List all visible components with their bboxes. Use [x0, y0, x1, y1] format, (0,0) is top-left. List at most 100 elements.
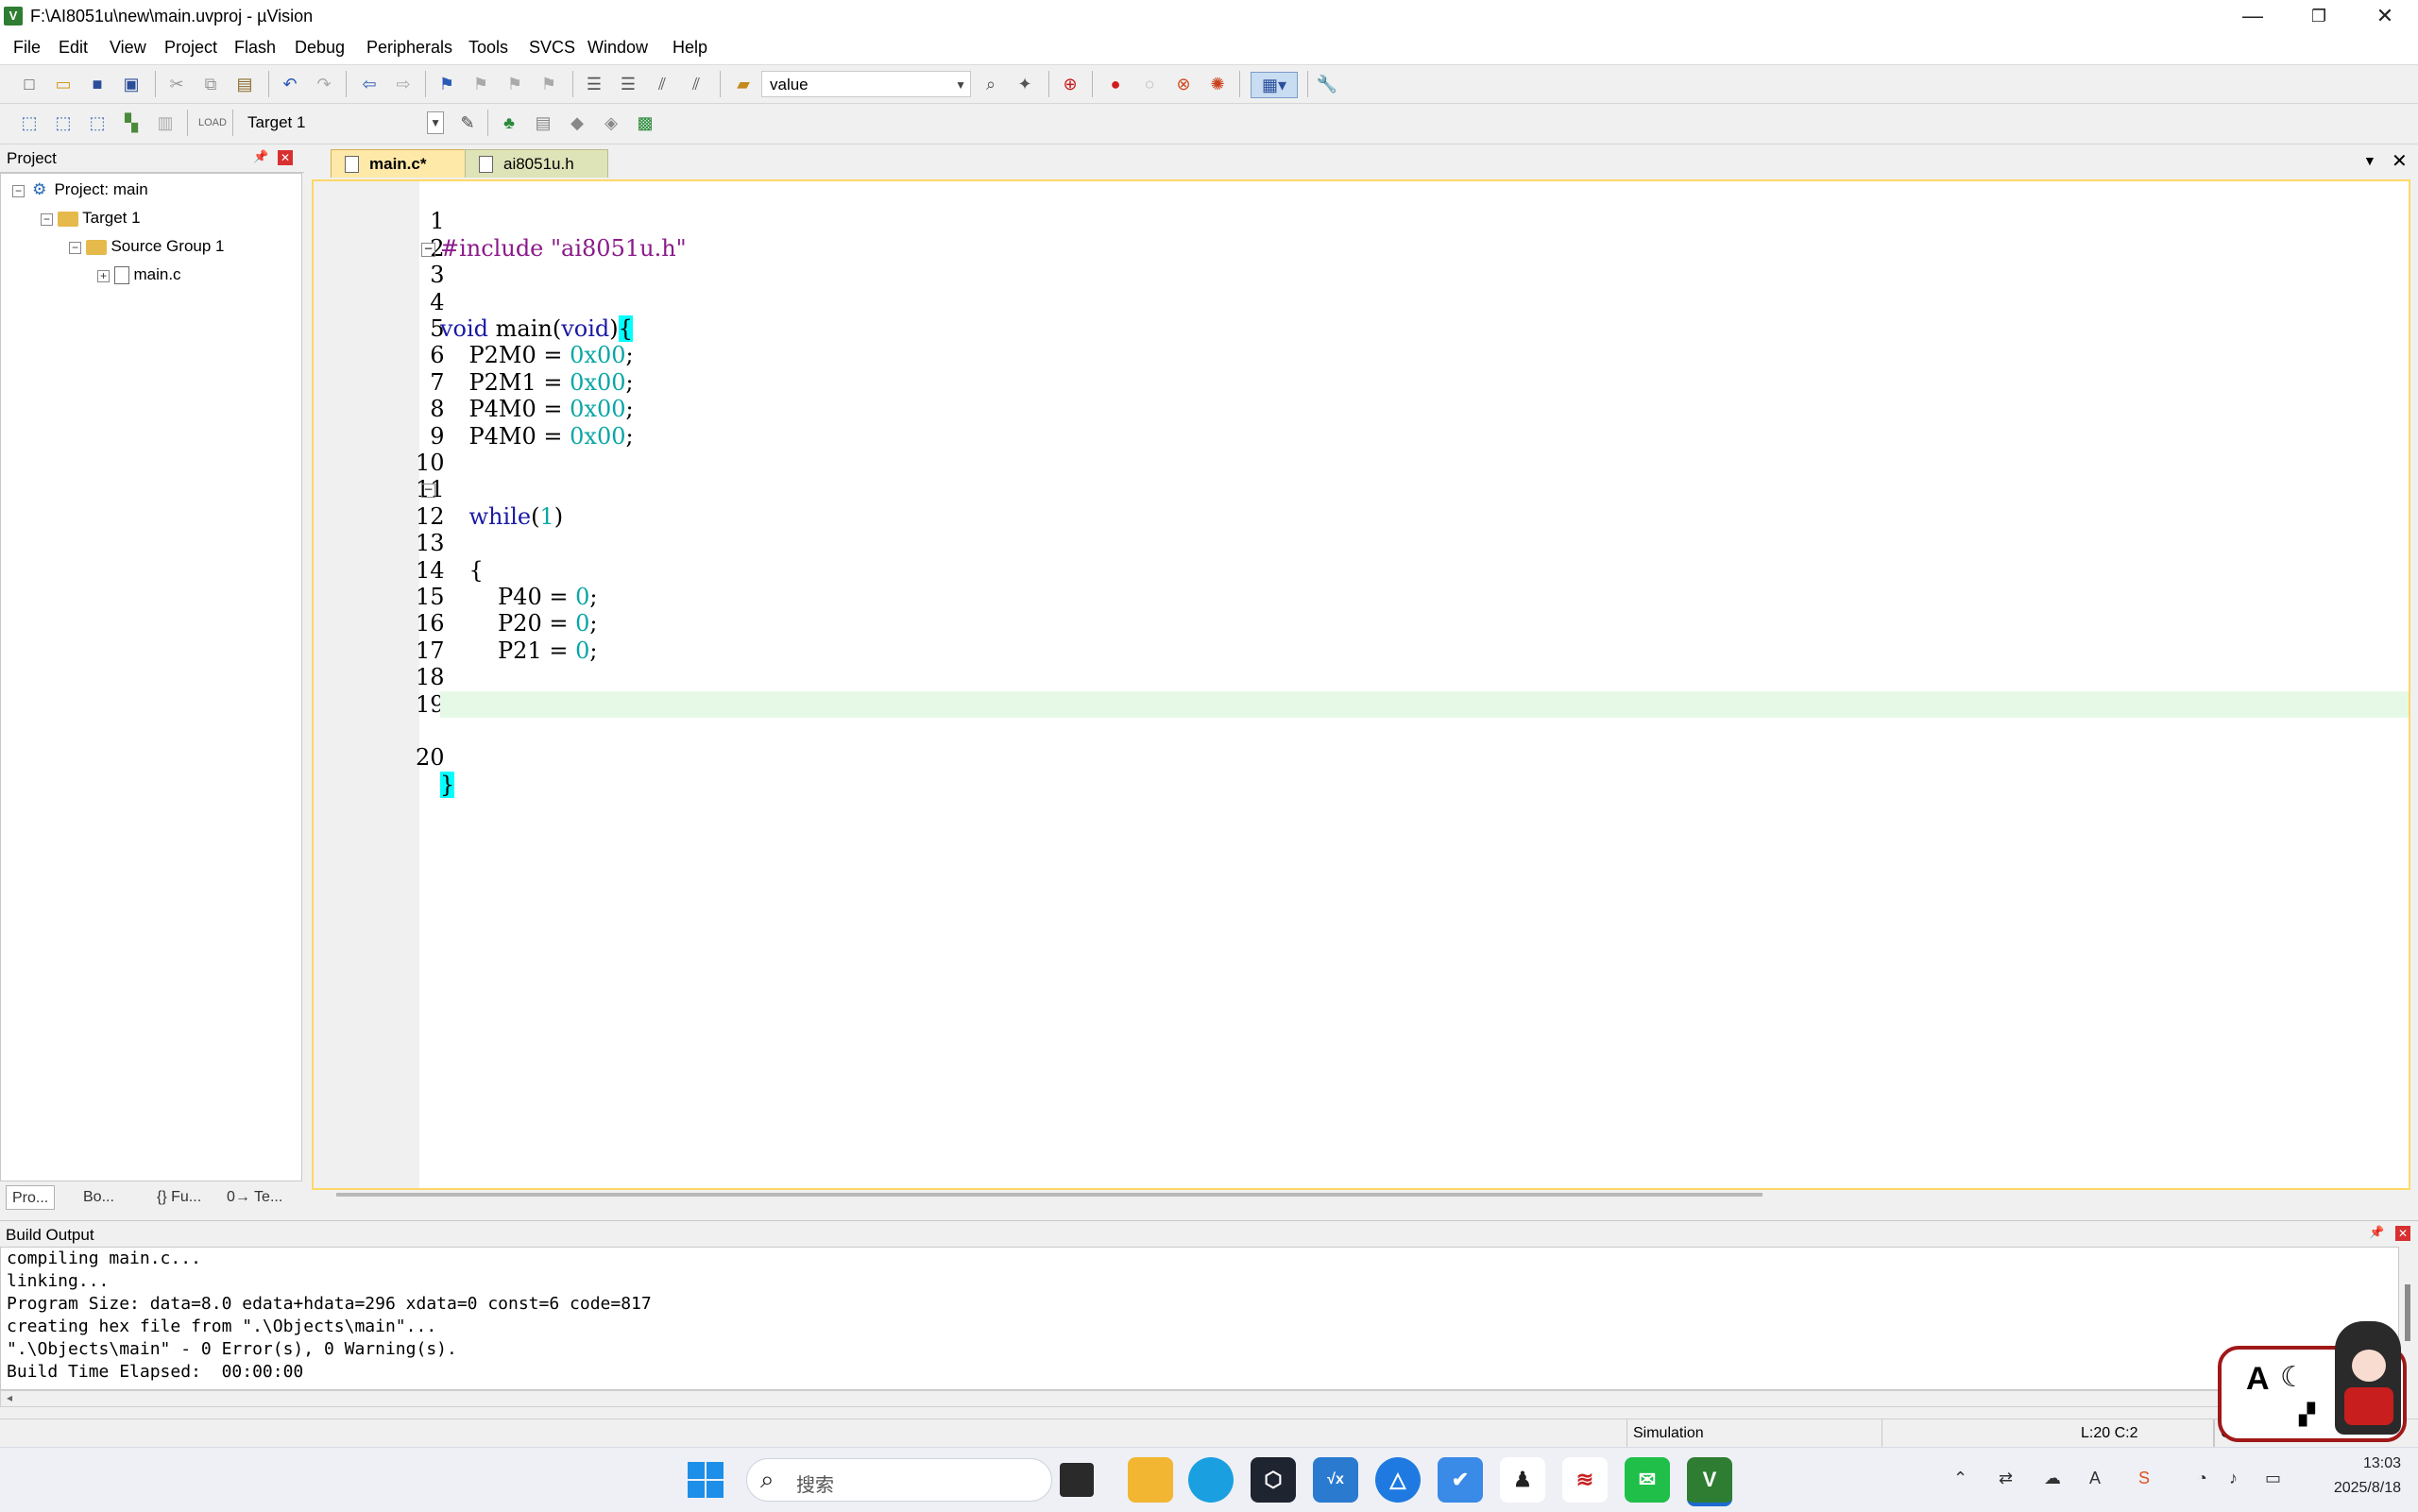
target-combo[interactable]: Target 1 ▼	[240, 110, 448, 136]
bookmark-toggle-icon[interactable]: ⚑	[434, 72, 459, 96]
clock-time[interactable]: 13:03	[2363, 1455, 2401, 1472]
wechat-icon[interactable]: ✉	[1625, 1457, 1670, 1503]
menu-file[interactable]: File	[13, 38, 41, 58]
battery-icon[interactable]: ▭	[2265, 1469, 2281, 1488]
ime-mascot-widget[interactable]: A ☾ ▞	[2218, 1321, 2407, 1442]
close-icon[interactable]: ✕	[278, 150, 293, 165]
tree-item-source-group[interactable]: − Source Group 1	[69, 232, 224, 261]
insert-breakpoint-icon[interactable]: ●	[1103, 72, 1128, 96]
cloud-sync-icon[interactable]: ☁	[2044, 1469, 2061, 1488]
tree-item-project[interactable]: − ⚙ Project: main	[12, 176, 148, 204]
redo-icon[interactable]: ↷	[312, 72, 336, 96]
menu-peripherals[interactable]: Peripherals	[366, 38, 452, 58]
menu-debug[interactable]: Debug	[295, 38, 345, 58]
navigate-forward-icon[interactable]: ⇨	[391, 72, 416, 96]
build-icon[interactable]: ⬚	[51, 110, 76, 135]
code-line[interactable]: 1 #include "ai8051u.h"	[314, 181, 2409, 261]
maximize-button[interactable]: ❐	[2286, 0, 2352, 32]
build-output-text[interactable]: compiling main.c... linking... Program S…	[0, 1247, 2399, 1390]
bookmark-prev-icon[interactable]: ⚑	[468, 72, 493, 96]
fold-collapse-icon[interactable]: −	[421, 242, 435, 257]
save-all-icon[interactable]: ▣	[119, 72, 144, 96]
find-combo[interactable]: value ▼	[761, 71, 971, 97]
menu-svcs[interactable]: SVCS	[529, 38, 575, 58]
network-toggle-icon[interactable]: ⇄	[1999, 1469, 2013, 1488]
cut-icon[interactable]: ✂	[164, 72, 189, 96]
code-line[interactable]: 17	[314, 610, 2409, 664]
uncomment-icon[interactable]: ⫽	[684, 72, 708, 96]
tab-project[interactable]: Pro...	[6, 1185, 56, 1210]
scrollbar-thumb[interactable]	[2405, 1284, 2410, 1341]
code-line[interactable]: 3 − void main(void){	[314, 235, 2409, 343]
code-line[interactable]: 16 P21 = 0;	[314, 584, 2409, 663]
minimize-button[interactable]: —	[2220, 0, 2286, 32]
enable-breakpoint-icon[interactable]: ○	[1137, 72, 1162, 96]
menu-view[interactable]: View	[110, 38, 146, 58]
open-file-icon[interactable]: ▭	[51, 72, 76, 96]
windows-start-icon[interactable]	[688, 1462, 724, 1498]
code-line[interactable]: 15 P20 = 0;	[314, 557, 2409, 637]
code-line[interactable]: 11 while(1)	[314, 450, 2409, 529]
qq-icon[interactable]: ♟	[1500, 1457, 1545, 1503]
sogou-icon[interactable]: S	[2138, 1469, 2150, 1488]
code-line[interactable]: 2	[314, 208, 2409, 262]
tab-main-c[interactable]: main.c*	[331, 149, 474, 178]
tab-ai8051u-h[interactable]: ai8051u.h	[465, 149, 608, 178]
code-line[interactable]: 5 P2M0 = 0x00;	[314, 289, 2409, 368]
uvision-taskbar-icon[interactable]: V	[1687, 1457, 1732, 1506]
editor-horizontal-scrollbar[interactable]	[336, 1193, 1762, 1197]
find-in-files-icon[interactable]: ▰	[731, 72, 756, 96]
current-code-line[interactable]: 20 }	[314, 690, 2409, 798]
copy-icon[interactable]: ⧉	[198, 72, 223, 96]
code-line[interactable]: 19	[314, 664, 2409, 718]
debug-session-icon[interactable]: ⊕	[1058, 72, 1082, 96]
unindent-icon[interactable]: ☰	[616, 72, 640, 96]
fold-collapse-icon[interactable]: −	[421, 484, 435, 499]
taskbar-search[interactable]: ⌕ 搜索	[746, 1458, 1052, 1502]
bookmark-next-icon[interactable]: ⚑	[502, 72, 527, 96]
target-options-icon[interactable]: ✎	[455, 110, 480, 135]
pin-icon[interactable]: 📌	[2369, 1225, 2384, 1240]
code-line[interactable]: 4	[314, 262, 2409, 315]
unity-hub-icon[interactable]: ⬡	[1251, 1457, 1296, 1503]
code-line[interactable]: 8 P4M0 = 0x00;	[314, 369, 2409, 449]
download-load-icon[interactable]: LOAD	[198, 110, 227, 135]
code-line[interactable]: 14 P40 = 0;	[314, 530, 2409, 610]
rebuild-icon[interactable]: ⬚	[85, 110, 110, 135]
close-icon[interactable]: ✕	[2395, 1226, 2410, 1241]
undo-icon[interactable]: ↶	[278, 72, 302, 96]
tab-templates[interactable]: 0→ Te...	[221, 1185, 288, 1210]
menu-flash[interactable]: Flash	[234, 38, 276, 58]
indent-icon[interactable]: ☰	[582, 72, 606, 96]
manage-packs-icon[interactable]: ▤	[531, 110, 555, 135]
menu-project[interactable]: Project	[164, 38, 217, 58]
wifi-icon[interactable]: ◔	[2197, 1469, 2207, 1488]
collapse-expander[interactable]: −	[69, 242, 81, 254]
tree-item-target[interactable]: − Target 1	[41, 204, 141, 232]
chevron-up-icon[interactable]: ⌃	[1953, 1469, 1967, 1488]
kill-breakpoints-icon[interactable]: ✺	[1205, 72, 1230, 96]
scroll-left-icon[interactable]: ◂	[7, 1391, 12, 1404]
code-line[interactable]: 13	[314, 503, 2409, 556]
volume-icon[interactable]: ♪	[2229, 1469, 2238, 1488]
pin-icon[interactable]: 📌	[253, 149, 268, 164]
code-editor[interactable]: 1 #include "ai8051u.h" 2 3 − void main(v…	[312, 179, 2410, 1190]
tab-functions[interactable]: {} Fu...	[151, 1185, 207, 1210]
close-button[interactable]: ✕	[2352, 0, 2418, 32]
task-view-icon[interactable]	[1060, 1463, 1094, 1497]
save-icon[interactable]: ■	[85, 72, 110, 96]
paste-icon[interactable]: ▤	[232, 72, 257, 96]
menu-help[interactable]: Help	[673, 38, 707, 58]
bookmark-clear-icon[interactable]: ⚑	[536, 72, 561, 96]
incremental-find-icon[interactable]: ✦	[1013, 72, 1037, 96]
code-line[interactable]: 18 }	[314, 637, 2409, 717]
close-editor-icon[interactable]: ✕	[2392, 149, 2408, 173]
serial-tool-icon[interactable]: ≋	[1562, 1457, 1608, 1503]
navigate-back-icon[interactable]: ⇦	[357, 72, 382, 96]
expand-expander[interactable]: +	[97, 270, 110, 282]
batch-build-icon[interactable]: ▚	[119, 110, 144, 135]
window-layout-icon[interactable]: ▦▾	[1251, 72, 1298, 98]
clock-date[interactable]: 2025/8/18	[2334, 1480, 2401, 1497]
collapse-expander[interactable]: −	[41, 213, 53, 226]
vx-app-icon[interactable]: √x	[1313, 1457, 1358, 1503]
